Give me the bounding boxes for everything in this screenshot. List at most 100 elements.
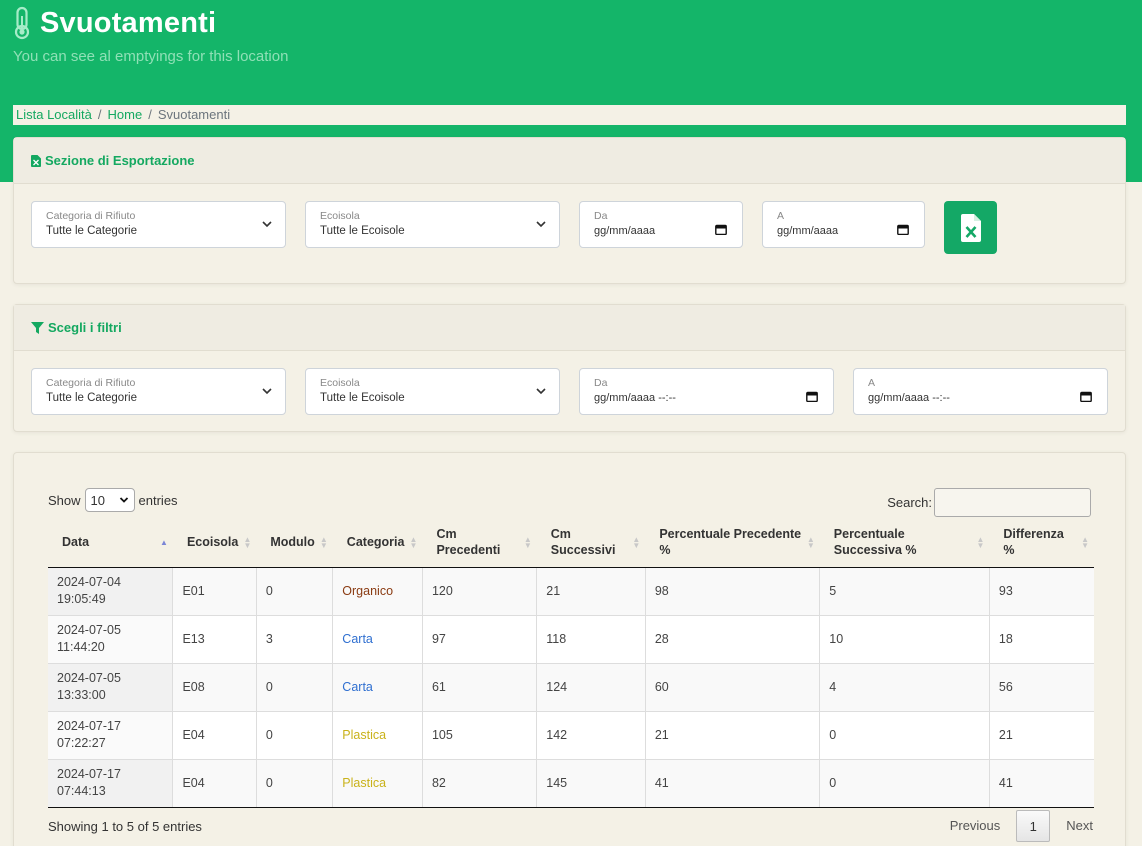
cell-modulo: 3 [255,615,333,664]
export-ecoisola-value: Tutte le Ecoisole [320,225,405,237]
cell-ecoisola: E13 [172,615,257,664]
filter-date-from-input[interactable]: Da gg/mm/aaaa --:-- [579,368,834,415]
calendar-icon[interactable] [806,391,818,402]
column-header-ecoisola[interactable]: Ecoisola ▲ ▼ [172,519,257,568]
table-info: Showing 1 to 5 of 5 entries [48,819,202,834]
entries-label: entries [138,492,178,508]
cell-differenza: 56 [988,663,1094,712]
cell-ecoisola: E01 [172,567,257,616]
export-category-value: Tutte le Categorie [46,225,137,237]
sort-icon: ▲ ▼ [976,534,985,550]
export-date-to-input[interactable]: A gg/mm/aaaa [762,201,925,248]
table-row: 2024-07-04 19:05:49 E01 0 Organico 120 2… [48,567,1094,616]
column-header-differenza[interactable]: Differenza % ▲ ▼ [989,519,1094,568]
filter-date-to-value: gg/mm/aaaa --:-- [868,392,950,404]
filter-date-from-label: Da [594,377,608,389]
export-section-header: Sezione di Esportazione [14,138,1125,184]
table-row: 2024-07-17 07:22:27 E04 0 Plastica 105 1… [48,711,1094,760]
export-excel-button[interactable] [944,201,997,254]
sort-icon: ▲ ▼ [632,534,641,550]
sort-ascending-icon: ▲ [160,537,168,547]
cell-percentuale-successiva: 4 [819,663,990,712]
cell-ecoisola: E04 [172,711,257,760]
search-label: Search: [887,495,932,510]
calendar-icon[interactable] [715,224,727,235]
sort-icon: ▲ ▼ [319,534,328,550]
filter-ecoisola-value: Tutte le Ecoisole [320,392,405,404]
filter-ecoisola-label: Ecoisola [320,377,360,389]
search-input[interactable] [934,488,1091,517]
filter-icon [31,321,44,334]
chevron-down-icon [536,388,546,395]
cell-modulo: 0 [255,663,333,712]
calendar-icon[interactable] [897,224,909,235]
page-length-select[interactable]: 10 [84,488,135,512]
sort-icon: ▲ ▼ [1081,534,1089,550]
breadcrumb-item-home[interactable]: Home [108,107,143,122]
sort-icon: ▲ ▼ [806,534,815,550]
page-title-group: Svuotamenti [12,6,216,40]
chevron-down-icon [262,388,272,395]
cell-percentuale-successiva: 0 [819,711,990,760]
column-header-percentuale-successiva[interactable]: Percentuale Successiva % ▲ ▼ [819,519,990,568]
thermometer-icon [14,6,30,40]
emptyings-table: Data ▲ Ecoisola ▲ ▼ Modulo ▲ ▼ Categoria ▲ ▼ Cm… [48,519,1094,808]
pagination-page-button[interactable]: 1 [1016,810,1051,842]
cell-categoria: Organico [332,567,423,616]
filter-section-title: Scegli i filtri [48,320,122,335]
cell-percentuale-successiva: 10 [819,615,990,664]
filter-date-to-input[interactable]: A gg/mm/aaaa --:-- [853,368,1108,415]
column-header-cm-precedenti[interactable]: Cm Precedenti ▲ ▼ [422,519,537,568]
page-subtitle: You can see al emptyings for this locati… [13,48,289,65]
cell-data: 2024-07-05 11:44:20 [48,615,173,664]
table-row: 2024-07-17 07:44:13 E04 0 Plastica 82 14… [48,759,1094,808]
column-header-data[interactable]: Data ▲ [48,519,173,568]
calendar-icon[interactable] [1080,391,1092,402]
page-length-value: 10 [90,492,105,508]
cell-cm-successivi: 21 [536,567,646,616]
filter-date-to-label: A [868,377,876,389]
cell-percentuale-precedente: 28 [644,615,820,664]
cell-cm-successivi: 145 [536,759,646,808]
cell-percentuale-precedente: 98 [644,567,820,616]
column-header-cm-successivi[interactable]: Cm Successivi ▲ ▼ [536,519,646,568]
cell-categoria: Plastica [332,711,423,760]
page-length-control: Show 10 entries [48,488,178,512]
cell-cm-successivi: 142 [536,711,646,760]
breadcrumb-item-lista-localita[interactable]: Lista Località [16,107,92,122]
cell-percentuale-precedente: 60 [644,663,820,712]
export-date-to-label: A [777,210,785,222]
filter-section-card: Scegli i filtri Categoria di Rifiuto Tut… [13,304,1126,432]
cell-data: 2024-07-17 07:22:27 [48,711,173,760]
breadcrumb-separator: / [97,107,102,122]
export-date-to-value: gg/mm/aaaa [777,225,839,237]
sort-icon: ▲ ▼ [523,534,532,550]
cell-differenza: 93 [988,567,1094,616]
export-date-from-input[interactable]: Da gg/mm/aaaa [579,201,743,248]
table-row: 2024-07-05 13:33:00 E08 0 Carta 61 124 6… [48,663,1094,712]
cell-differenza: 41 [988,759,1094,808]
filter-category-label: Categoria di Rifiuto [46,377,136,389]
cell-categoria: Carta [332,663,423,712]
pagination-previous-button[interactable]: Previous [938,810,1013,842]
export-section-title: Sezione di Esportazione [45,153,195,168]
cell-modulo: 0 [255,759,333,808]
cell-modulo: 0 [255,711,333,760]
pagination-next-button[interactable]: Next [1054,810,1105,842]
table-row: 2024-07-05 11:44:20 E13 3 Carta 97 118 2… [48,615,1094,664]
filter-category-select[interactable]: Categoria di Rifiuto Tutte le Categorie [31,368,286,415]
export-date-from-label: Da [594,210,608,222]
cell-differenza: 18 [988,615,1094,664]
column-header-categoria[interactable]: Categoria ▲ ▼ [332,519,423,568]
cell-percentuale-successiva: 5 [819,567,990,616]
column-header-modulo[interactable]: Modulo ▲ ▼ [256,519,333,568]
export-category-select[interactable]: Categoria di Rifiuto Tutte le Categorie [31,201,286,248]
filter-date-from-value: gg/mm/aaaa --:-- [594,392,676,404]
cell-percentuale-precedente: 41 [644,759,820,808]
breadcrumb-separator: / [148,107,152,122]
cell-categoria: Carta [332,615,423,664]
filter-ecoisola-select[interactable]: Ecoisola Tutte le Ecoisole [305,368,560,415]
column-header-percentuale-precedente[interactable]: Percentuale Precedente % ▲ ▼ [645,519,820,568]
table-card: Show 10 entries Search: Data ▲ Ecoisola ▲ ▼… [13,452,1126,846]
export-ecoisola-select[interactable]: Ecoisola Tutte le Ecoisole [305,201,560,248]
